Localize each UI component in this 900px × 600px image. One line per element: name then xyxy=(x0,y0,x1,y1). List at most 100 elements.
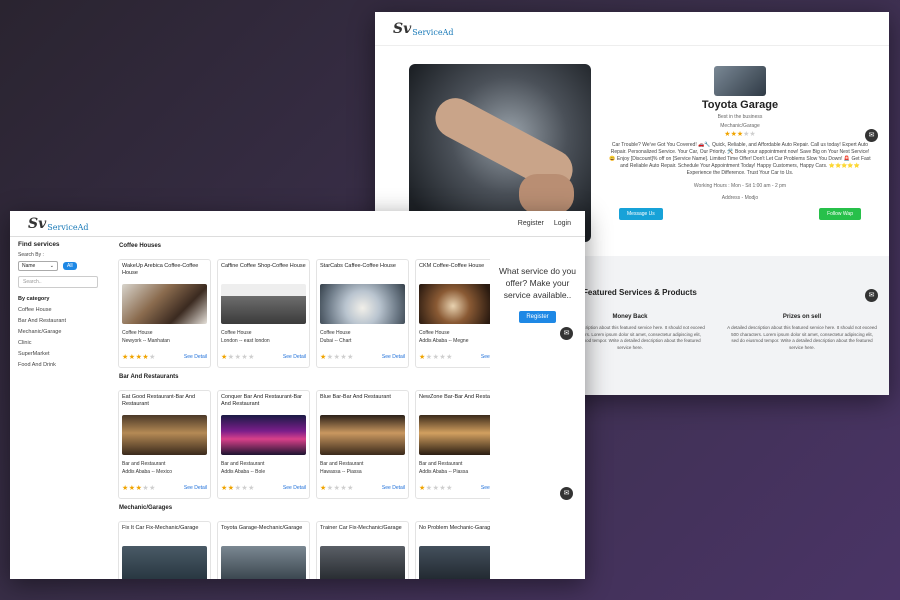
card-image xyxy=(320,546,405,579)
card-title: No Problem Mechanic-Garage xyxy=(419,525,490,531)
see-detail-link[interactable]: See Detail xyxy=(382,354,405,360)
card-location: Addis Ababa -- Megne xyxy=(419,338,469,344)
card-category: Coffee House xyxy=(221,330,252,336)
garage-description: Car Trouble? We've Got You Covered! 🚗🔧 Q… xyxy=(609,142,871,176)
card-image xyxy=(122,284,207,324)
card-location: Newyork -- Manhatan xyxy=(122,338,170,344)
card-location: Addis Ababa -- Piassa xyxy=(419,469,469,475)
card-rating: ★★★★★ xyxy=(122,485,156,492)
garage-hours: Working Hours : Mon - Sit 1:00 am - 2 pm xyxy=(693,183,787,189)
card-category: Bar and Restaurant xyxy=(419,461,463,467)
card-rating: ★★★★★ xyxy=(320,485,354,492)
garage-thumbnail xyxy=(714,66,766,96)
see-detail-link[interactable]: See Detail xyxy=(481,485,490,491)
logo-text: ServiceAd xyxy=(47,222,89,232)
see-detail-link[interactable]: See Detail xyxy=(184,354,207,360)
card-title: Fix It Car Fix-Mechanic/Garage xyxy=(122,525,199,531)
card-title: Toyota Garage-Mechanic/Garage xyxy=(221,525,303,531)
see-detail-link[interactable]: See Detail xyxy=(382,485,405,491)
card-category: Coffee House xyxy=(419,330,450,336)
card-image xyxy=(221,415,306,455)
category-item-mechanic-garage[interactable]: Mechanic/Garage xyxy=(18,329,102,335)
card-rating: ★★★★★ xyxy=(419,354,453,361)
see-detail-link[interactable]: See Detail xyxy=(283,485,306,491)
card-image xyxy=(320,284,405,324)
service-card[interactable]: Caffine Coffee Shop-Coffee House Coffee … xyxy=(217,259,310,368)
card-rating: ★★★★★ xyxy=(320,354,354,361)
chat-icon[interactable]: ✉ xyxy=(560,327,573,340)
featured-title: Featured Services & Products xyxy=(583,288,697,297)
category-item-supermarket[interactable]: SuperMarket xyxy=(18,351,102,357)
site-logo[interactable]: Sv ServiceAd xyxy=(28,216,88,232)
card-category: Bar and Restaurant xyxy=(221,461,265,467)
service-card[interactable]: WakeUp Arebica Coffee-Coffee House Coffe… xyxy=(118,259,211,368)
search-input[interactable]: Search.. xyxy=(18,276,98,288)
sort-select[interactable]: Name ⌄ xyxy=(18,261,58,271)
card-title: Conquer Bar And Restaurant-Bar And Resta… xyxy=(221,394,303,407)
register-link[interactable]: Register xyxy=(518,220,544,227)
see-detail-link[interactable]: See Detail xyxy=(283,354,306,360)
listing-content: Coffee Houses WakeUp Arebica Coffee-Coff… xyxy=(118,237,490,579)
sort-label: Search By : xyxy=(18,252,44,258)
category-item-coffee-house[interactable]: Coffee House xyxy=(18,307,102,313)
card-image xyxy=(122,415,207,455)
card-row: Fix It Car Fix-Mechanic/Garage Toyota Ga… xyxy=(118,521,490,579)
card-title: StarCabs Caffee-Coffee House xyxy=(320,263,396,269)
card-image xyxy=(221,546,306,579)
card-category: Coffee House xyxy=(320,330,351,336)
service-card[interactable]: StarCabs Caffee-Coffee House Coffee Hous… xyxy=(316,259,409,368)
service-card[interactable]: Fix It Car Fix-Mechanic/Garage xyxy=(118,521,211,579)
card-category: Bar and Restaurant xyxy=(122,461,166,467)
service-card[interactable]: Trainer Car Fix-Mechanic/Garage xyxy=(316,521,409,579)
listing-page-window: Sv ServiceAd Register Login Find service… xyxy=(10,211,585,579)
service-card[interactable]: No Problem Mechanic-Garage xyxy=(415,521,490,579)
garage-address: Address - Modjo xyxy=(721,195,759,201)
section-title: Bar And Restaurants xyxy=(119,374,179,380)
see-detail-link[interactable]: See Detail xyxy=(481,354,490,360)
category-title: By category xyxy=(18,296,50,302)
garage-rating: ★★★★★ xyxy=(724,131,756,138)
register-prompt-panel: What service do you offer? Make your ser… xyxy=(490,237,585,579)
garage-subtitle: Best in the business xyxy=(717,114,763,120)
card-rating: ★★★★★ xyxy=(221,354,255,361)
section-title: Mechanic/Garages xyxy=(119,505,173,511)
featured-item: Prizes on sell A detailed description ab… xyxy=(727,314,877,351)
chat-icon[interactable]: ✉ xyxy=(865,129,878,142)
register-prompt-text: What service do you offer? Make your ser… xyxy=(498,266,576,300)
all-badge[interactable]: All xyxy=(63,262,77,270)
card-row: WakeUp Arebica Coffee-Coffee House Coffe… xyxy=(118,259,490,368)
card-location: Addis Ababa -- Mexico xyxy=(122,469,173,475)
card-category: Bar and Restaurant xyxy=(320,461,364,467)
site-logo[interactable]: Sv ServiceAd xyxy=(393,21,453,37)
card-title: NewZone Bar-Bar And Restaurant xyxy=(419,394,490,400)
service-card[interactable]: CKM Coffee-Coffee House Coffee House Add… xyxy=(415,259,490,368)
card-image xyxy=(419,415,490,455)
card-image xyxy=(419,284,490,324)
service-card[interactable]: Blue Bar-Bar And Restaurant Bar and Rest… xyxy=(316,390,409,499)
service-card[interactable]: Toyota Garage-Mechanic/Garage xyxy=(217,521,310,579)
whatsapp-button[interactable]: Follow Wap xyxy=(819,208,861,220)
category-item-clinic[interactable]: Clinic xyxy=(18,340,102,346)
chat-icon[interactable]: ✉ xyxy=(865,289,878,302)
card-image xyxy=(419,546,490,579)
card-image xyxy=(122,546,207,579)
card-title: Caffine Coffee Shop-Coffee House xyxy=(221,263,306,269)
category-item-food-and-drink[interactable]: Food And Drink xyxy=(18,362,102,368)
service-card[interactable]: NewZone Bar-Bar And Restaurant Bar and R… xyxy=(415,390,490,499)
card-title: WakeUp Arebica Coffee-Coffee House xyxy=(122,263,199,276)
service-card[interactable]: Eat Good Restaurant-Bar And Restaurant B… xyxy=(118,390,211,499)
card-location: London -- east london xyxy=(221,338,270,344)
filter-sidebar: Find services Search By : Name ⌄ All Sea… xyxy=(10,237,110,579)
logo-text: ServiceAd xyxy=(412,27,454,37)
chat-icon[interactable]: ✉ xyxy=(560,487,573,500)
featured-item-title: Prizes on sell xyxy=(782,314,822,320)
register-button[interactable]: Register xyxy=(519,311,556,323)
garage-title: Toyota Garage xyxy=(701,99,779,111)
detail-header: Sv ServiceAd xyxy=(375,12,889,46)
card-title: Eat Good Restaurant-Bar And Restaurant xyxy=(122,394,196,407)
see-detail-link[interactable]: See Detail xyxy=(184,485,207,491)
service-card[interactable]: Conquer Bar And Restaurant-Bar And Resta… xyxy=(217,390,310,499)
login-link[interactable]: Login xyxy=(554,220,571,227)
category-item-bar-and-restaurant[interactable]: Bar And Restaurant xyxy=(18,318,102,324)
message-us-button[interactable]: Message Us xyxy=(619,208,663,220)
